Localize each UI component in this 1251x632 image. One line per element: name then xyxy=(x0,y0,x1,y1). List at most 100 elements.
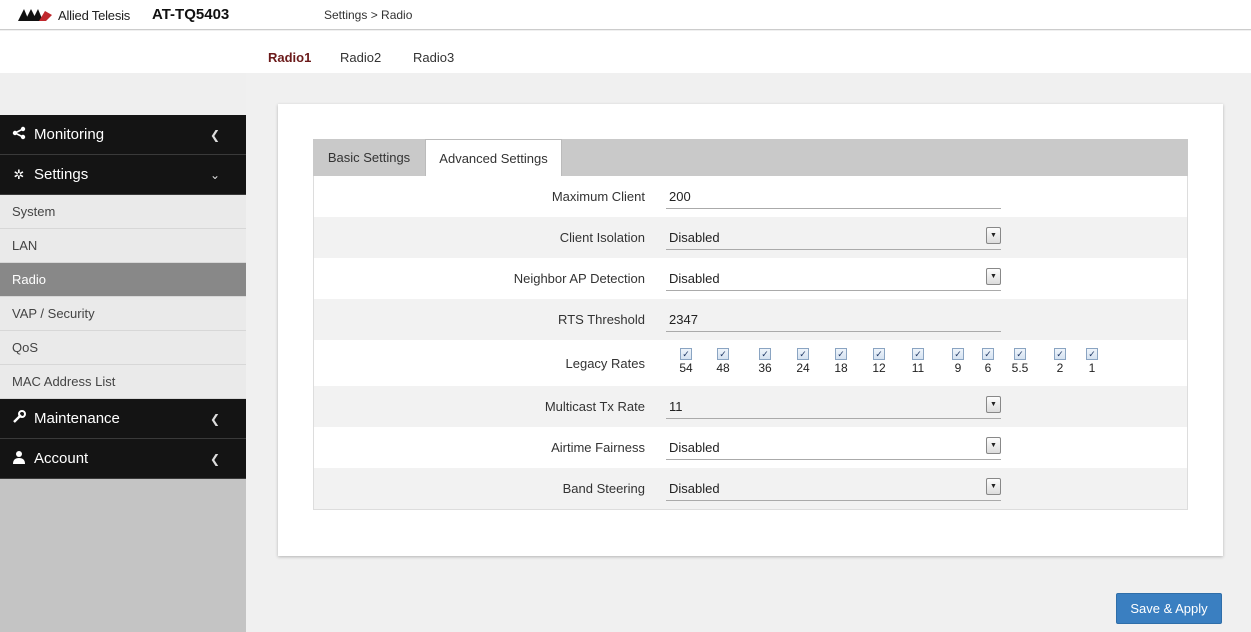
rate-label: 1 xyxy=(1088,361,1096,375)
tab-radio3[interactable]: Radio3 xyxy=(413,50,454,65)
save-apply-button[interactable]: Save & Apply xyxy=(1116,593,1222,624)
rts-threshold-input[interactable]: 2347 xyxy=(666,305,1001,332)
rate-label: 5.5 xyxy=(1011,361,1029,375)
rate-checkbox-54[interactable]: ✓ xyxy=(680,348,692,360)
rate-option: ✓ 54 xyxy=(671,348,701,375)
user-icon xyxy=(10,450,28,467)
chevron-left-icon: ❮ xyxy=(209,452,220,466)
brand: Allied Telesis xyxy=(18,6,130,24)
sidebar-item-account[interactable]: Account ❮ xyxy=(0,439,246,479)
dropdown-arrow-icon[interactable]: ▼ xyxy=(986,437,1001,454)
rate-checkbox-48[interactable]: ✓ xyxy=(717,348,729,360)
multicast-tx-rate-select[interactable]: 11 ▼ xyxy=(666,390,1001,419)
rate-checkbox-12[interactable]: ✓ xyxy=(873,348,885,360)
tab-advanced-settings[interactable]: Advanced Settings xyxy=(425,139,562,176)
rate-option: ✓ 6 xyxy=(973,348,1003,375)
rate-checkbox-5-5[interactable]: ✓ xyxy=(1014,348,1026,360)
rate-label: 11 xyxy=(911,361,925,375)
rate-checkbox-9[interactable]: ✓ xyxy=(952,348,964,360)
rate-option: ✓ 5.5 xyxy=(1005,348,1035,375)
sidebar-item-qos[interactable]: QoS xyxy=(0,331,246,365)
sidebar-item-label: Settings xyxy=(34,166,89,183)
select-value: Disabled xyxy=(669,440,720,455)
rate-label: 12 xyxy=(872,361,886,375)
share-icon xyxy=(10,126,28,143)
wrench-icon xyxy=(10,410,28,427)
select-value: Disabled xyxy=(669,481,720,496)
sidebar-item-system[interactable]: System xyxy=(0,195,246,229)
rate-checkbox-18[interactable]: ✓ xyxy=(835,348,847,360)
rate-checkbox-11[interactable]: ✓ xyxy=(912,348,924,360)
sidebar-item-maintenance[interactable]: Maintenance ❮ xyxy=(0,399,246,439)
form-row-multicast-tx-rate: Multicast Tx Rate 11 ▼ xyxy=(314,386,1187,427)
sidebar-item-label: Account xyxy=(34,450,89,467)
select-value: Disabled xyxy=(669,230,720,245)
chevron-left-icon: ❮ xyxy=(209,128,220,142)
radio-tab-bar: Radio1 Radio2 Radio3 xyxy=(0,31,1251,73)
dropdown-arrow-icon[interactable]: ▼ xyxy=(986,227,1001,244)
client-isolation-select[interactable]: Disabled ▼ xyxy=(666,221,1001,250)
band-steering-select[interactable]: Disabled ▼ xyxy=(666,472,1001,501)
sidebar-item-radio[interactable]: Radio xyxy=(0,263,246,297)
rate-option: ✓ 36 xyxy=(750,348,780,375)
form-row-maximum-client: Maximum Client 200 xyxy=(314,176,1187,217)
maximum-client-label: Maximum Client xyxy=(551,189,645,204)
select-value: Disabled xyxy=(669,271,720,286)
legacy-rates-label: Legacy Rates xyxy=(565,356,646,371)
radio-settings-panel: Basic Settings Advanced Settings Maximum… xyxy=(278,104,1223,556)
airtime-fairness-select[interactable]: Disabled ▼ xyxy=(666,431,1001,460)
rate-checkbox-6[interactable]: ✓ xyxy=(982,348,994,360)
tab-basic-settings[interactable]: Basic Settings xyxy=(313,139,425,176)
tab-radio1[interactable]: Radio1 xyxy=(268,50,311,65)
form-row-neighbor-ap-detection: Neighbor AP Detection Disabled ▼ xyxy=(314,258,1187,299)
rate-label: 6 xyxy=(984,361,992,375)
rate-option: ✓ 12 xyxy=(864,348,894,375)
sidebar-item-vap-security[interactable]: VAP / Security xyxy=(0,297,246,331)
client-isolation-label: Client Isolation xyxy=(559,230,645,245)
sidebar-item-monitoring[interactable]: Monitoring ❮ xyxy=(0,115,246,155)
maximum-client-input[interactable]: 200 xyxy=(666,182,1001,209)
sidebar-item-lan[interactable]: LAN xyxy=(0,229,246,263)
rate-option: ✓ 11 xyxy=(903,348,933,375)
top-bar: Allied Telesis AT-TQ5403 Settings > Radi… xyxy=(0,0,1251,30)
sidebar-item-label: Maintenance xyxy=(34,410,120,427)
dropdown-arrow-icon[interactable]: ▼ xyxy=(986,478,1001,495)
rate-label: 48 xyxy=(716,361,730,375)
dropdown-arrow-icon[interactable]: ▼ xyxy=(986,268,1001,285)
form-row-airtime-fairness: Airtime Fairness Disabled ▼ xyxy=(314,427,1187,468)
rate-label: 9 xyxy=(954,361,962,375)
sidebar-item-mac-address-list[interactable]: MAC Address List xyxy=(0,365,246,399)
brand-name: Allied Telesis xyxy=(58,7,131,23)
rate-label: 18 xyxy=(834,361,848,375)
rate-option: ✓ 48 xyxy=(708,348,738,375)
form-row-band-steering: Band Steering Disabled ▼ xyxy=(314,468,1187,509)
settings-tab-bar: Basic Settings Advanced Settings xyxy=(313,139,1188,176)
multicast-tx-rate-label: Multicast Tx Rate xyxy=(544,399,645,414)
band-steering-label: Band Steering xyxy=(562,481,645,496)
form-row-rts-threshold: RTS Threshold 2347 xyxy=(314,299,1187,340)
rate-checkbox-24[interactable]: ✓ xyxy=(797,348,809,360)
rate-checkbox-1[interactable]: ✓ xyxy=(1086,348,1098,360)
chevron-down-icon: ⌄ xyxy=(209,168,220,182)
rate-option: ✓ 18 xyxy=(826,348,856,375)
advanced-settings-form: Maximum Client 200 Client Isolation Disa… xyxy=(313,176,1188,510)
sidebar-item-settings[interactable]: ✲ Settings ⌄ xyxy=(0,155,246,195)
rate-checkbox-36[interactable]: ✓ xyxy=(759,348,771,360)
neighbor-ap-detection-select[interactable]: Disabled ▼ xyxy=(666,262,1001,291)
breadcrumb: Settings > Radio xyxy=(324,8,413,22)
rts-threshold-label: RTS Threshold xyxy=(558,312,645,327)
rate-option: ✓ 9 xyxy=(943,348,973,375)
sidebar-item-label: Monitoring xyxy=(34,126,105,143)
dropdown-arrow-icon[interactable]: ▼ xyxy=(986,396,1001,413)
rate-checkbox-2[interactable]: ✓ xyxy=(1054,348,1066,360)
chevron-left-icon: ❮ xyxy=(209,412,220,426)
rate-option: ✓ 2 xyxy=(1045,348,1075,375)
allied-telesis-logo-icon xyxy=(18,9,52,21)
rate-option: ✓ 24 xyxy=(788,348,818,375)
rate-label: 36 xyxy=(758,361,772,375)
form-row-client-isolation: Client Isolation Disabled ▼ xyxy=(314,217,1187,258)
sidebar-spacer xyxy=(0,73,246,115)
tab-radio2[interactable]: Radio2 xyxy=(340,50,381,65)
rate-option: ✓ 1 xyxy=(1077,348,1107,375)
airtime-fairness-label: Airtime Fairness xyxy=(551,440,645,455)
